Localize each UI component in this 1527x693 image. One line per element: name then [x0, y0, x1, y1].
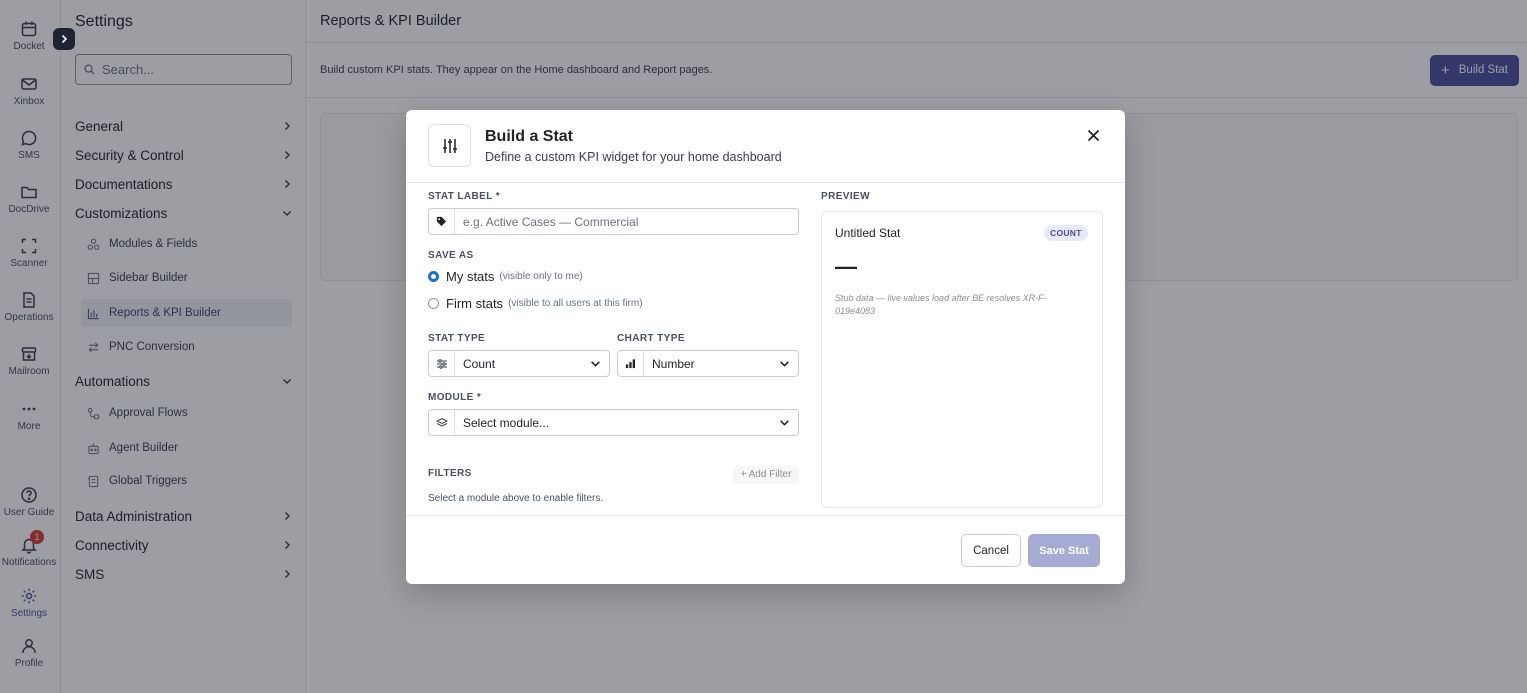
- cancel-button[interactable]: Cancel: [961, 534, 1021, 567]
- radio-my-stats[interactable]: My stats (visible only to me): [428, 269, 583, 284]
- save-stat-button[interactable]: Save Stat: [1028, 534, 1100, 567]
- chevron-down-icon: [770, 358, 798, 369]
- module-select[interactable]: Select module...: [428, 409, 799, 436]
- stat-label-heading: STAT LABEL *: [428, 191, 501, 202]
- radio-note: (visible only to me): [499, 271, 583, 282]
- modal-footer: Cancel Save Stat: [406, 515, 1125, 584]
- preview-title: Untitled Stat: [835, 226, 901, 240]
- chart-type-select[interactable]: Number: [617, 350, 799, 377]
- radio-firm-stats[interactable]: Firm stats (visible to all users at this…: [428, 296, 643, 311]
- close-icon: [1087, 129, 1099, 141]
- radio-button-selected[interactable]: [428, 271, 439, 282]
- chevron-down-icon: [770, 417, 798, 428]
- module-value: Select module...: [463, 415, 550, 430]
- stat-type-value: Count: [463, 356, 496, 371]
- modal-subtitle: Define a custom KPI widget for your home…: [485, 150, 782, 164]
- sliders-icon: [428, 124, 471, 167]
- expand-rail-button[interactable]: [53, 28, 75, 50]
- layers-icon: [429, 410, 455, 435]
- radio-label: My stats: [446, 269, 495, 284]
- stat-label-placeholder: e.g. Active Cases — Commercial: [463, 214, 639, 229]
- modal-header: Build a Stat Define a custom KPI widget …: [406, 110, 1125, 183]
- modal-title: Build a Stat: [485, 128, 574, 145]
- build-stat-modal: Build a Stat Define a custom KPI widget …: [406, 110, 1125, 584]
- chart-type-value: Number: [652, 356, 695, 371]
- chevron-right-icon: [61, 34, 68, 44]
- stat-label-input[interactable]: e.g. Active Cases — Commercial: [428, 208, 799, 235]
- status-badge: COUNT: [1044, 225, 1088, 241]
- close-button[interactable]: [1084, 126, 1102, 144]
- filters-note: Select a module above to enable filters.: [428, 493, 604, 504]
- preview-card: Untitled Stat COUNT — Stub data — live v…: [821, 211, 1103, 508]
- stat-type-select[interactable]: Count: [428, 350, 610, 377]
- signal-bars-icon: [618, 351, 644, 376]
- module-heading: MODULE *: [428, 392, 482, 403]
- stat-type-heading: STAT TYPE: [428, 333, 486, 344]
- radio-button[interactable]: [428, 298, 439, 309]
- radio-note: (visible to all users at this firm): [508, 298, 643, 309]
- chevron-down-icon: [581, 358, 609, 369]
- preview-heading: PREVIEW: [821, 191, 870, 202]
- add-filter-button[interactable]: + Add Filter: [733, 466, 799, 484]
- preview-note: Stub data — live values load after BE re…: [835, 293, 1047, 316]
- filter-sliders-icon: [429, 351, 455, 376]
- tag-icon: [429, 209, 455, 234]
- preview-value: —: [835, 254, 857, 279]
- radio-label: Firm stats: [446, 296, 504, 311]
- chart-type-heading: CHART TYPE: [617, 333, 685, 344]
- filters-heading: FILTERS: [428, 468, 472, 479]
- save-as-heading: SAVE AS: [428, 250, 474, 261]
